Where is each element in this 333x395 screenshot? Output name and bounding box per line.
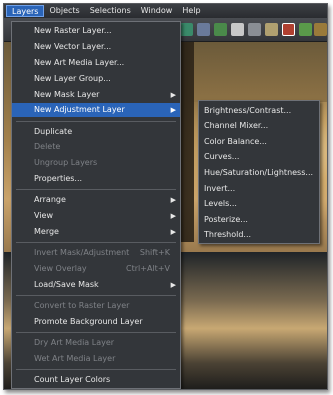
grid-icon[interactable] bbox=[248, 23, 261, 36]
menu-item-label: Promote Background Layer bbox=[34, 317, 143, 326]
history-icon[interactable] bbox=[314, 23, 327, 36]
menu-item-label: Arrange bbox=[34, 195, 66, 204]
submenu-item-curves[interactable]: Curves... bbox=[199, 150, 319, 164]
mask-icon[interactable] bbox=[197, 23, 210, 36]
tree-icon[interactable] bbox=[214, 23, 227, 36]
menu-item-label: Count Layer Colors bbox=[34, 375, 111, 384]
menu-item-view-overlay: View Overlay Ctrl+Alt+V bbox=[12, 262, 180, 276]
menu-item-delete: Delete bbox=[12, 140, 180, 154]
menu-layers[interactable]: Layers bbox=[6, 5, 45, 17]
menu-item-wet-art-media-layer: Wet Art Media Layer bbox=[12, 352, 180, 366]
menu-item-label: Dry Art Media Layer bbox=[34, 338, 115, 347]
submenu-item-levels[interactable]: Levels... bbox=[199, 197, 319, 211]
menu-separator bbox=[16, 121, 176, 122]
menu-item-new-mask-layer[interactable]: New Mask Layer ▶ bbox=[12, 88, 180, 102]
app-window: Layers Objects Selections Window Help Ne… bbox=[3, 3, 328, 390]
menu-item-duplicate[interactable]: Duplicate bbox=[12, 125, 180, 139]
menu-item-ungroup-layers: Ungroup Layers bbox=[12, 156, 180, 170]
menu-item-label: Delete bbox=[34, 142, 61, 151]
menu-selections[interactable]: Selections bbox=[85, 5, 136, 17]
menu-item-dry-art-media-layer: Dry Art Media Layer bbox=[12, 336, 180, 350]
image-icon[interactable] bbox=[265, 23, 278, 36]
menu-item-label: New Raster Layer... bbox=[34, 26, 112, 35]
menu-separator bbox=[16, 189, 176, 190]
photo-icon[interactable] bbox=[282, 23, 295, 36]
submenu-item-channel-mixer[interactable]: Channel Mixer... bbox=[199, 119, 319, 133]
menu-item-new-adjustment-layer[interactable]: New Adjustment Layer ▶ bbox=[12, 103, 180, 117]
menu-separator bbox=[16, 242, 176, 243]
submenu-item-posterize[interactable]: Posterize... bbox=[199, 213, 319, 227]
submenu-arrow-icon: ▶ bbox=[170, 212, 176, 220]
menu-item-count-layer-colors[interactable]: Count Layer Colors bbox=[12, 373, 180, 387]
menu-item-label: Wet Art Media Layer bbox=[34, 354, 116, 363]
menu-item-label: New Adjustment Layer bbox=[34, 105, 125, 114]
menu-item-merge[interactable]: Merge ▶ bbox=[12, 225, 180, 239]
menu-item-label: Convert to Raster Layer bbox=[34, 301, 130, 310]
menu-item-label: Invert Mask/Adjustment bbox=[34, 248, 130, 257]
menu-item-arrange[interactable]: Arrange ▶ bbox=[12, 193, 180, 207]
submenu-arrow-icon: ▶ bbox=[170, 281, 176, 289]
menu-item-label: New Mask Layer bbox=[34, 90, 100, 99]
submenu-arrow-icon: ▶ bbox=[170, 106, 176, 114]
menu-item-view[interactable]: View ▶ bbox=[12, 209, 180, 223]
menu-separator bbox=[16, 295, 176, 296]
adjustment-layer-submenu: Brightness/Contrast... Channel Mixer... … bbox=[198, 100, 320, 244]
menu-item-new-layer-group[interactable]: New Layer Group... bbox=[12, 72, 180, 86]
shortcut-label: Ctrl+Alt+V bbox=[126, 264, 170, 273]
menu-item-label: Load/Save Mask bbox=[34, 280, 99, 289]
menu-item-label: New Vector Layer... bbox=[34, 42, 112, 51]
menu-item-label: Properties... bbox=[34, 174, 83, 183]
menu-item-label: View bbox=[34, 211, 53, 220]
submenu-item-brightness-contrast[interactable]: Brightness/Contrast... bbox=[199, 104, 319, 118]
menu-item-label: Merge bbox=[34, 227, 59, 236]
layers-menu: New Raster Layer... New Vector Layer... … bbox=[11, 21, 181, 389]
layer-icon[interactable] bbox=[180, 23, 193, 36]
menu-bar: Layers Objects Selections Window Help bbox=[4, 4, 327, 18]
menu-item-new-raster-layer[interactable]: New Raster Layer... bbox=[12, 24, 180, 38]
palette-icon[interactable] bbox=[299, 23, 312, 36]
submenu-item-color-balance[interactable]: Color Balance... bbox=[199, 135, 319, 149]
menu-item-properties[interactable]: Properties... bbox=[12, 172, 180, 186]
menu-item-label: New Layer Group... bbox=[34, 74, 111, 83]
submenu-item-invert[interactable]: Invert... bbox=[199, 182, 319, 196]
menu-item-label: View Overlay bbox=[34, 264, 87, 273]
submenu-item-hue-saturation-lightness[interactable]: Hue/Saturation/Lightness... bbox=[199, 166, 319, 180]
menu-item-promote-background-layer[interactable]: Promote Background Layer bbox=[12, 315, 180, 329]
submenu-item-threshold[interactable]: Threshold... bbox=[199, 228, 319, 242]
menu-item-load-save-mask[interactable]: Load/Save Mask ▶ bbox=[12, 278, 180, 292]
submenu-arrow-icon: ▶ bbox=[170, 91, 176, 99]
menu-item-convert-to-raster-layer: Convert to Raster Layer bbox=[12, 299, 180, 313]
menu-window[interactable]: Window bbox=[136, 5, 178, 17]
menu-item-label: New Art Media Layer... bbox=[34, 58, 125, 67]
submenu-arrow-icon: ▶ bbox=[170, 196, 176, 204]
menu-help[interactable]: Help bbox=[177, 5, 205, 17]
shortcut-label: Shift+K bbox=[139, 248, 170, 257]
menu-item-label: Duplicate bbox=[34, 127, 73, 136]
menu-item-new-art-media-layer[interactable]: New Art Media Layer... bbox=[12, 56, 180, 70]
submenu-arrow-icon: ▶ bbox=[170, 228, 176, 236]
menu-objects[interactable]: Objects bbox=[44, 5, 84, 17]
menu-separator bbox=[16, 332, 176, 333]
color-swatch-icon[interactable] bbox=[231, 23, 244, 36]
menu-separator bbox=[16, 369, 176, 370]
menu-item-invert-mask-adjustment: Invert Mask/Adjustment Shift+K bbox=[12, 246, 180, 260]
menu-item-label: Ungroup Layers bbox=[34, 158, 98, 167]
menu-item-new-vector-layer[interactable]: New Vector Layer... bbox=[12, 40, 180, 54]
